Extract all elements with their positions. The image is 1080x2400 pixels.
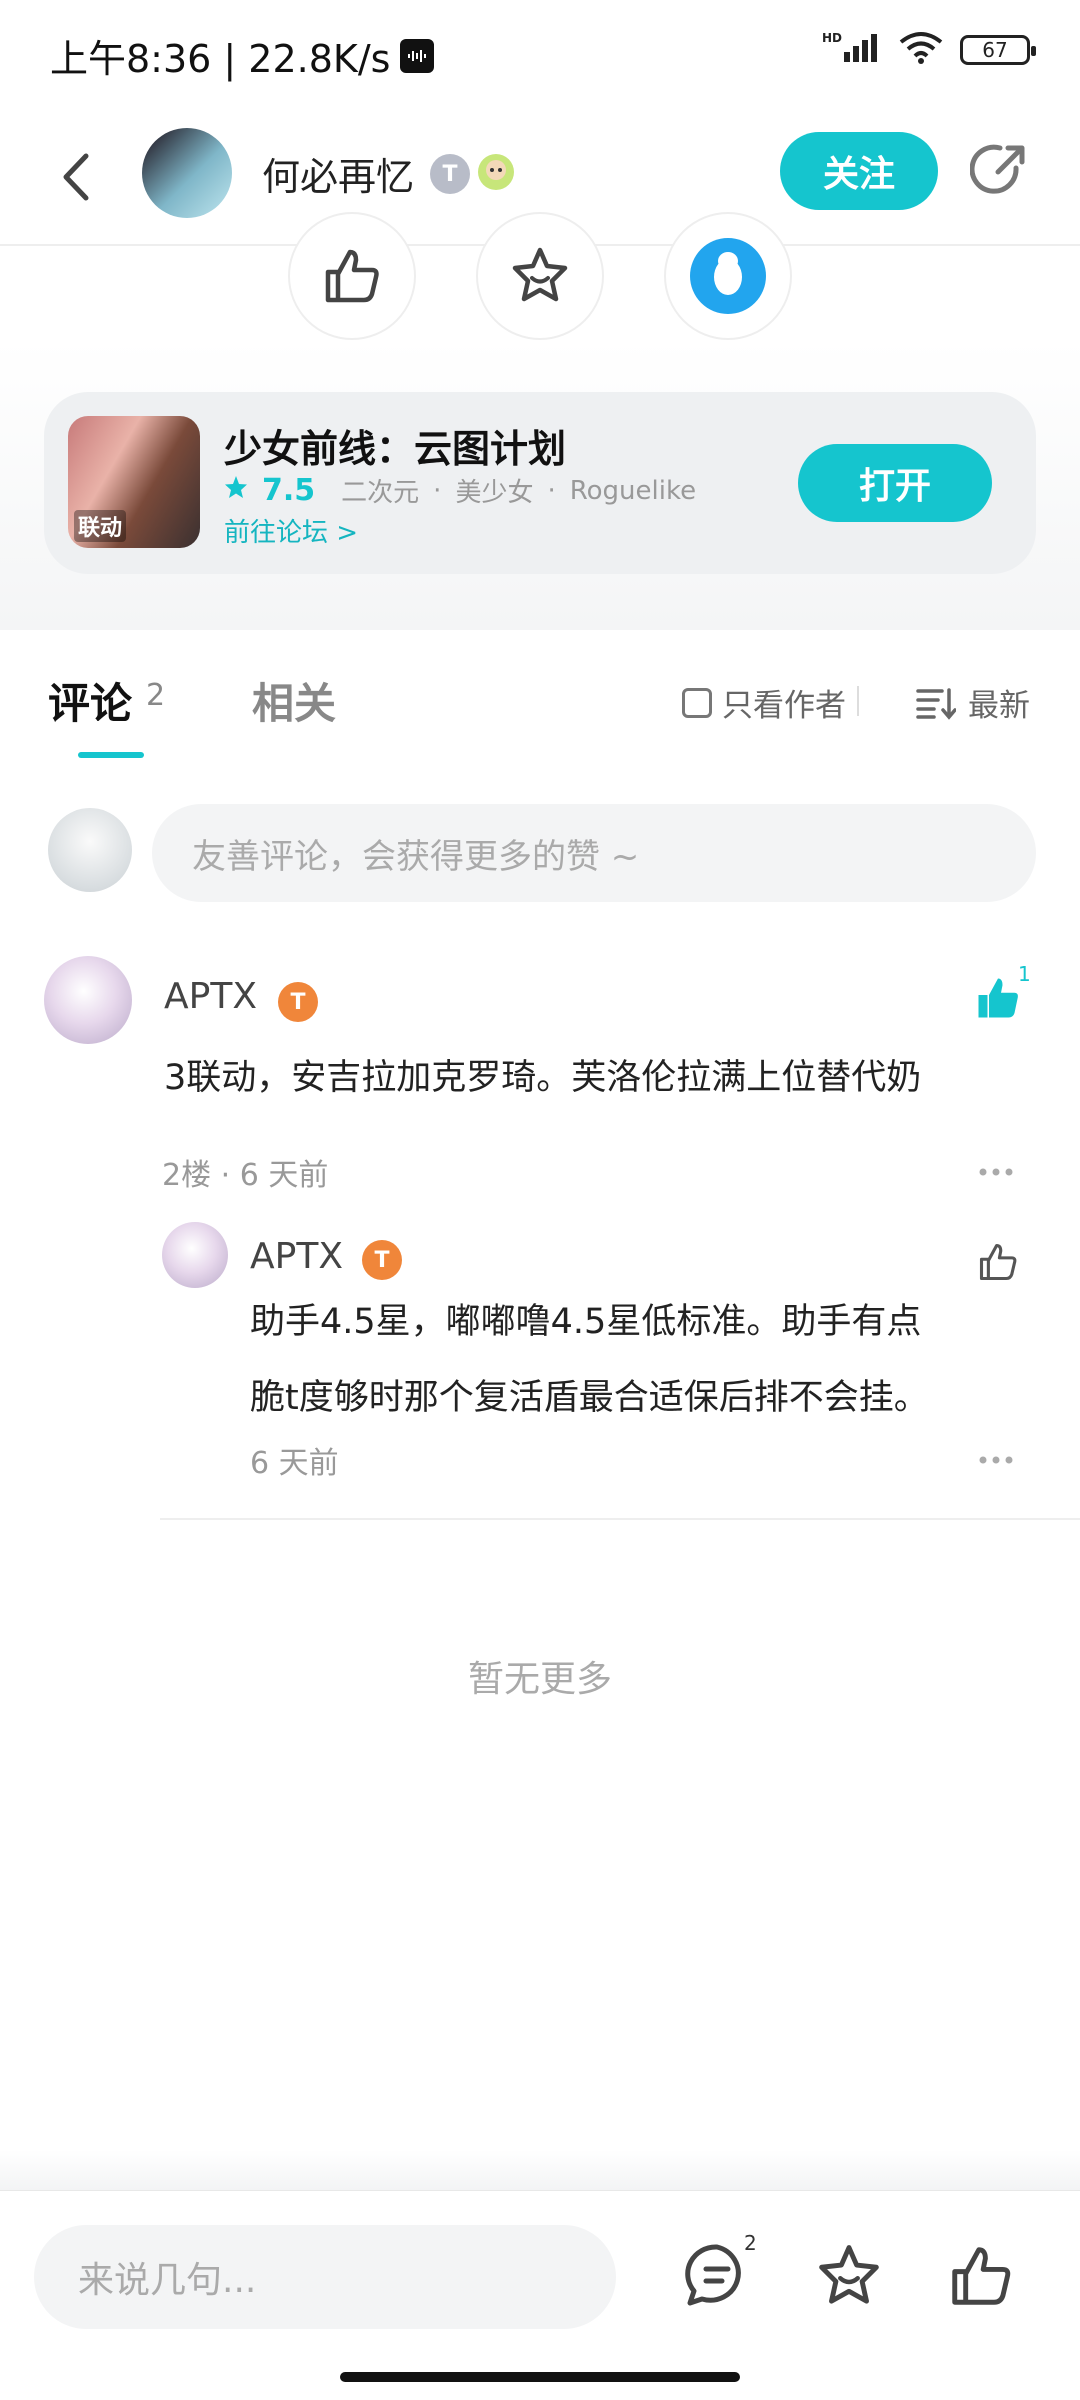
tag-separator: · (547, 475, 556, 506)
author-name[interactable]: 何必再忆 (262, 146, 414, 201)
game-tag: 二次元 (341, 478, 420, 508)
comment-input[interactable]: 友善评论，会获得更多的赞 ~ (152, 804, 1036, 902)
collect-button[interactable] (814, 2241, 884, 2311)
hd-label: HD (822, 31, 842, 45)
reply-like-button[interactable] (976, 1240, 1020, 1284)
share-icon (969, 144, 1025, 194)
comment-tabs: 评论 2 相关 只看作者 最新 (0, 630, 1080, 770)
tab-related[interactable]: 相关 (252, 670, 336, 731)
comment-text: 3联动，安吉拉加克罗琦。芙洛伦拉满上位替代奶 (164, 1058, 922, 1098)
thumbs-up-icon (979, 1243, 1017, 1281)
comment-divider (160, 1518, 1080, 1520)
home-indicator[interactable] (340, 2372, 740, 2382)
thumbs-up-filled-icon (978, 978, 1018, 1018)
open-game-button[interactable]: 打开 (798, 444, 992, 522)
my-avatar (48, 808, 132, 892)
checkbox-icon[interactable] (682, 687, 712, 718)
game-icon-label: 联动 (74, 510, 127, 542)
active-tab-indicator (78, 752, 144, 758)
reply-input[interactable]: 来说几句... (34, 2225, 616, 2329)
sort-toggle[interactable]: 最新 (916, 680, 1030, 725)
reply-avatar[interactable] (162, 1222, 228, 1288)
comment-like-button[interactable] (974, 974, 1022, 1022)
author-avatar[interactable] (142, 128, 232, 218)
comment-more-button[interactable] (978, 1148, 1014, 1186)
commenter-avatar[interactable] (44, 956, 132, 1044)
comment-bubble-icon (685, 2244, 741, 2306)
reply-more-button[interactable] (978, 1436, 1014, 1474)
only-author-toggle[interactable]: 只看作者 (682, 680, 846, 725)
level-badge: T (430, 154, 470, 194)
comments-button[interactable] (682, 2241, 752, 2311)
character-badge-icon (474, 150, 518, 194)
game-meta: 7.5 二次元 · 美少女 · Roguelike (224, 472, 696, 509)
post-actions (0, 212, 1080, 340)
more-dots-icon (979, 1456, 1013, 1464)
level-badge-text: T (442, 161, 458, 187)
star-icon (512, 247, 568, 302)
sort-icon (916, 687, 956, 720)
bottom-shade (0, 2150, 1080, 2190)
reply-level-text: T (374, 1247, 390, 1273)
forum-link[interactable]: 前往论坛 > (224, 512, 358, 549)
tab-comments-count: 2 (146, 678, 166, 713)
comment-like-count: 1 (1018, 962, 1031, 986)
reply-level-badge: T (362, 1240, 402, 1280)
comment-composer: 友善评论，会获得更多的赞 ~ (0, 800, 1080, 910)
like-button[interactable] (946, 2241, 1016, 2311)
chevron-left-icon (63, 153, 89, 201)
like-post-button[interactable] (288, 212, 416, 340)
battery-indicator: 67 (960, 35, 1036, 65)
comments-count-badge: 2 (744, 2231, 757, 2255)
game-card[interactable]: 联动 少女前线：云图计划 7.5 二次元 · 美少女 · Roguelike 前… (44, 392, 1036, 574)
commenter-level-text: T (290, 989, 306, 1015)
tab-comments[interactable]: 评论 (48, 670, 132, 731)
commenter-level-badge: T (278, 982, 318, 1022)
tag-separator: · (433, 475, 442, 506)
status-left: 上午8:36 | 22.8K/s (50, 28, 435, 83)
share-button[interactable] (969, 140, 1030, 200)
share-qq-button[interactable] (664, 212, 792, 340)
battery-level: 67 (982, 38, 1008, 62)
reply-author-name[interactable]: APTX (250, 1236, 343, 1277)
thumbs-up-icon (325, 249, 379, 303)
game-score: 7.5 (262, 473, 316, 508)
bottom-action-bar: 来说几句... 2 (0, 2190, 1080, 2400)
game-icon[interactable]: 联动 (68, 416, 200, 548)
reply-text-line: 脆t度够时那个复活盾最合适保后排不会挂。 (250, 1378, 929, 1418)
game-title[interactable]: 少女前线：云图计划 (224, 418, 566, 473)
reply-meta: 6 天前 (250, 1446, 339, 1481)
reply-text-line: 助手4.5星，嘟嘟噜4.5星低标准。助手有点 (250, 1302, 922, 1342)
score-star-icon (224, 475, 248, 506)
more-dots-icon (979, 1168, 1013, 1176)
comment-meta: 2楼 · 6 天前 (162, 1158, 329, 1193)
status-time-speed: 上午8:36 | 22.8K/s (50, 37, 391, 81)
game-tag: 美少女 (455, 478, 534, 508)
follow-button[interactable]: 关注 (780, 132, 938, 210)
commenter-name[interactable]: APTX (164, 976, 257, 1017)
sort-label: 最新 (968, 688, 1030, 724)
screen-record-icon (400, 38, 435, 73)
divider (857, 686, 859, 716)
wifi-icon (898, 30, 944, 70)
star-icon (819, 2245, 879, 2304)
collect-post-button[interactable] (476, 212, 604, 340)
back-button[interactable] (52, 146, 102, 208)
game-section: 联动 少女前线：云图计划 7.5 二次元 · 美少女 · Roguelike 前… (0, 340, 1080, 630)
thumbs-up-icon (952, 2247, 1011, 2305)
status-right: HD 67 (822, 30, 1036, 70)
only-author-label: 只看作者 (722, 688, 846, 724)
signal-icon: HD (822, 30, 882, 70)
qq-icon (690, 238, 766, 314)
game-tag: Roguelike (569, 475, 697, 506)
status-bar: 上午8:36 | 22.8K/s HD 67 (0, 0, 1080, 110)
no-more-label: 暂无更多 (467, 1659, 612, 1700)
